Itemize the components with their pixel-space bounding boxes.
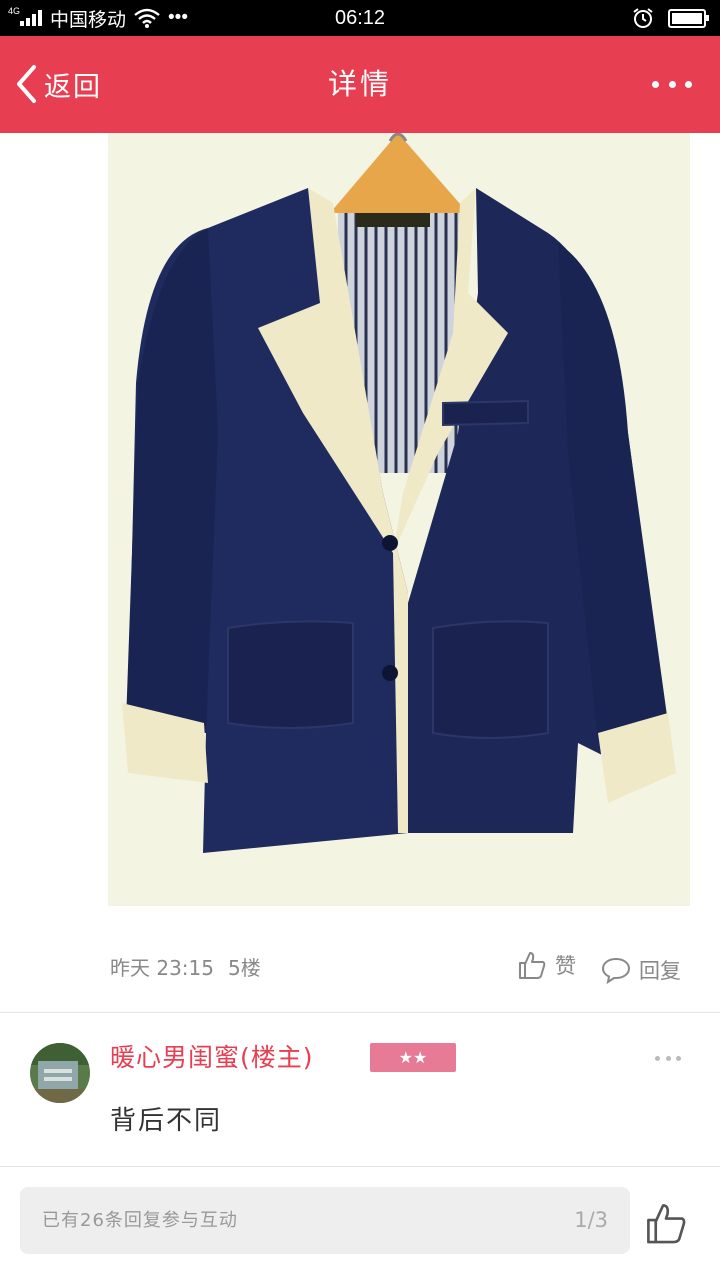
post-image[interactable] bbox=[108, 133, 690, 906]
reply-content: 背后不同 bbox=[110, 1106, 223, 1136]
more-dot-icon bbox=[685, 80, 692, 88]
comment-icon bbox=[601, 957, 631, 984]
reply-username[interactable]: 暖心男闺蜜(楼主) bbox=[110, 1038, 314, 1074]
jacket-photo bbox=[108, 133, 690, 906]
more-dot-icon bbox=[668, 80, 676, 88]
more-dot-icon bbox=[676, 1056, 681, 1061]
status-bar: 4G 中国移动 ••• 06:12 bbox=[0, 0, 720, 36]
like-label: 赞 bbox=[555, 954, 576, 978]
bottom-like-button[interactable] bbox=[644, 1201, 688, 1245]
battery-icon bbox=[668, 8, 709, 28]
post-floor: 5楼 bbox=[228, 956, 261, 980]
clock: 06:12 bbox=[334, 7, 386, 29]
post-meta: 昨天 23:15 5楼 bbox=[110, 952, 261, 981]
alarm-icon bbox=[633, 8, 653, 28]
back-label: 返回 bbox=[44, 71, 102, 103]
more-dot-icon bbox=[652, 80, 659, 88]
more-dot-icon bbox=[665, 1056, 671, 1061]
chevron-left-icon bbox=[17, 65, 36, 103]
reply-input[interactable]: 已有26条回复参与互动 1/3 bbox=[20, 1187, 630, 1254]
more-dot-icon bbox=[655, 1056, 660, 1061]
more-options-button[interactable] bbox=[652, 72, 692, 96]
star-icon: ★★ bbox=[398, 1048, 428, 1067]
bottom-bar: 已有26条回复参与互动 1/3 bbox=[0, 1167, 720, 1280]
level-badge: ★★ bbox=[370, 1043, 456, 1072]
like-button[interactable]: 赞 bbox=[517, 950, 576, 980]
top-nav-bar: 返回 详情 bbox=[0, 36, 720, 133]
reply-input-placeholder: 已有26条回复参与互动 bbox=[42, 1210, 238, 1231]
reply-button[interactable]: 回复 bbox=[601, 955, 681, 985]
avatar-image-icon bbox=[30, 1043, 90, 1103]
page-indicator: 1/3 bbox=[574, 1208, 608, 1232]
avatar[interactable] bbox=[30, 1043, 90, 1103]
thumbs-up-icon bbox=[519, 952, 546, 979]
reply-more-button[interactable] bbox=[655, 1056, 681, 1062]
back-button[interactable]: 返回 bbox=[14, 62, 102, 106]
reply-label: 回复 bbox=[639, 959, 681, 983]
page-title: 详情 bbox=[327, 67, 392, 101]
divider bbox=[0, 1012, 720, 1013]
post-timestamp: 昨天 23:15 bbox=[110, 956, 214, 980]
thumbs-up-icon bbox=[647, 1204, 686, 1244]
